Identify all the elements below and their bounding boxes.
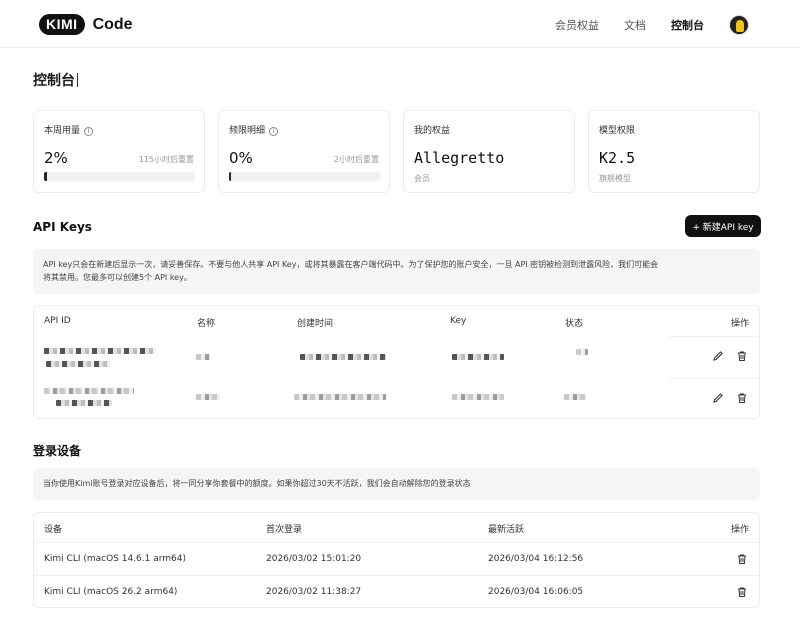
delete-icon[interactable] — [736, 553, 748, 565]
rate-limit-percent: 0% — [229, 149, 253, 167]
my-benefits-card: 我的权益 Allegretto 会员 — [403, 110, 575, 193]
devices-notice: 当你使用Kimi账号登录对应设备后，将一同分享你套餐中的额度。如果你超过30天不… — [33, 468, 760, 500]
delete-icon[interactable] — [736, 350, 748, 362]
column-header-api-id: API ID — [44, 316, 71, 326]
text-caret — [77, 73, 78, 87]
first-login-time: 2026/03/02 11:38:27 — [266, 587, 362, 597]
nav-member-benefits[interactable]: 会员权益 — [555, 17, 599, 33]
device-name: Kimi CLI (macOS 26.2 arm64) — [44, 587, 178, 597]
row-divider — [34, 575, 759, 576]
new-api-key-button[interactable]: + 新建API key — [685, 215, 761, 237]
devices-table: 设备 首次登录 最新活跃 操作 Kimi CLI (macOS 14.6.1 a… — [33, 512, 760, 608]
redacted-name — [196, 394, 220, 400]
notice-line: API key只会在新建后显示一次，请妥善保存。不要与他人共享 API Key，… — [43, 260, 659, 269]
notice-line: 将其禁用。您最多可以创建5个 API key。 — [43, 273, 192, 282]
reset-time: 115小时后重置 — [138, 155, 194, 164]
redacted-api-id — [46, 361, 110, 367]
card-title: 模型权限 — [599, 126, 636, 136]
card-title: 频限明细 — [229, 126, 266, 136]
redacted-key — [452, 394, 504, 400]
last-active-time: 2026/03/04 16:06:05 — [488, 587, 584, 597]
first-login-time: 2026/03/02 15:01:20 — [266, 554, 362, 564]
edit-icon[interactable] — [712, 350, 724, 362]
weekly-usage-card: 本周用量 i 2% 115小时后重置 — [33, 110, 205, 193]
redacted-status — [564, 394, 586, 400]
info-icon[interactable]: i — [269, 127, 279, 136]
logo-text: Code — [92, 15, 133, 33]
card-title: 本周用量 — [44, 126, 81, 136]
column-header-device: 设备 — [44, 525, 63, 535]
plan-name: Allegretto — [414, 149, 505, 167]
api-keys-title: API Keys — [33, 220, 92, 234]
delete-icon[interactable] — [736, 586, 748, 598]
column-header-actions: 操作 — [731, 319, 750, 329]
model-permission-card: 模型权限 K2.5 旗舰模型 — [588, 110, 760, 193]
progress-fill — [229, 172, 231, 181]
page-title: 控制台 — [33, 70, 78, 90]
row-divider — [669, 336, 761, 337]
login-devices-title: 登录设备 — [33, 444, 82, 458]
column-header-status: 状态 — [565, 319, 584, 329]
device-name: Kimi CLI (macOS 14.6.1 arm64) — [44, 554, 187, 564]
user-avatar[interactable] — [729, 15, 749, 35]
row-divider — [669, 378, 761, 379]
model-name: K2.5 — [599, 149, 636, 167]
column-header-name: 名称 — [197, 319, 216, 329]
progress-fill — [44, 172, 48, 181]
redacted-created-time — [294, 394, 386, 400]
rate-limit-card: 频限明细 i 0% 2小时后重置 — [218, 110, 390, 193]
api-keys-table: API ID 名称 创建时间 Key 状态 操作 — [33, 305, 761, 419]
redacted-key — [452, 354, 504, 360]
api-key-notice: API key只会在新建后显示一次，请妥善保存。不要与他人共享 API Key，… — [33, 249, 760, 294]
rate-limit-progress-bar — [229, 172, 380, 181]
nav-console[interactable]: 控制台 — [671, 17, 704, 33]
info-icon[interactable]: i — [84, 127, 94, 136]
delete-icon[interactable] — [736, 392, 748, 404]
row-divider — [34, 542, 759, 543]
redacted-api-id — [44, 348, 156, 354]
redacted-api-id — [44, 388, 134, 394]
column-header-actions: 操作 — [731, 525, 750, 535]
logo-badge: KIMI — [39, 14, 85, 35]
plan-subtitle: 会员 — [414, 174, 430, 183]
card-title: 我的权益 — [414, 126, 451, 136]
redacted-created-time — [300, 354, 386, 360]
reset-time: 2小时后重置 — [333, 155, 379, 164]
edit-icon[interactable] — [712, 392, 724, 404]
column-header-first-login: 首次登录 — [266, 525, 303, 535]
last-active-time: 2026/03/04 16:12:56 — [488, 554, 584, 564]
column-header-key: Key — [450, 316, 467, 326]
model-subtitle: 旗舰模型 — [599, 174, 631, 183]
usage-progress-bar — [44, 172, 195, 181]
column-header-created: 创建时间 — [297, 319, 334, 329]
redacted-status — [576, 349, 588, 355]
usage-percent: 2% — [44, 149, 68, 167]
column-header-last-active: 最新活跃 — [488, 525, 525, 535]
top-navigation-bar: KIMI Code 会员权益 文档 控制台 — [0, 0, 800, 48]
nav-docs[interactable]: 文档 — [624, 17, 646, 33]
kimi-code-logo[interactable]: KIMI Code — [39, 14, 133, 35]
redacted-api-id — [56, 400, 112, 406]
redacted-name — [196, 354, 210, 360]
